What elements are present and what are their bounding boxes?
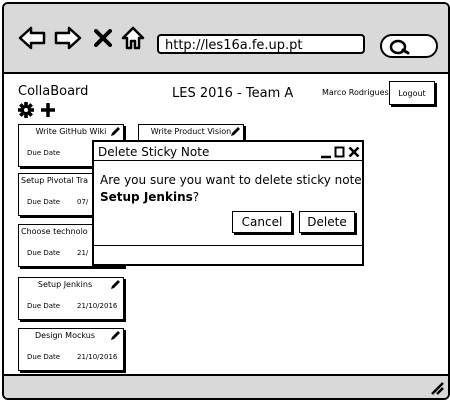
sticky-note[interactable]: Setup Jenkins Due Date 21/10/2016 <box>18 277 124 320</box>
note-due-date: 07/ <box>77 198 89 206</box>
close-x-icon[interactable] <box>94 29 112 47</box>
pencil-icon[interactable] <box>109 330 121 342</box>
note-title: Setup Jenkins <box>37 280 93 289</box>
pencil-icon[interactable] <box>109 126 121 138</box>
dialog-title: Delete Sticky Note <box>98 145 210 159</box>
dialog-note-name: Setup Jenkins <box>100 190 193 204</box>
logout-button[interactable]: Logout <box>389 81 435 105</box>
pencil-icon[interactable] <box>229 126 241 138</box>
user-name: Marco Rodrigues <box>322 88 389 97</box>
delete-dialog: Delete Sticky Note Are you sure you want… <box>92 140 364 266</box>
back-arrow-icon[interactable] <box>18 26 46 50</box>
pencil-icon[interactable] <box>109 279 121 291</box>
note-title: Write GitHub Wiki <box>35 127 107 136</box>
note-due-label: Due Date <box>27 353 61 361</box>
note-title: Design Mockus <box>35 331 95 340</box>
note-due-label: Due Date <box>27 249 61 257</box>
dialog-divider <box>94 160 362 161</box>
cancel-button[interactable]: Cancel <box>232 211 292 233</box>
note-due-date: 21/10/2016 <box>77 302 118 310</box>
note-title: Write Product Vision <box>150 127 232 136</box>
dialog-message: Are you sure you want to delete sticky n… <box>100 172 362 206</box>
note-due-date: 21/ <box>77 249 89 257</box>
browser-window: http://les16a.fe.up.pt CollaBoard LES 20… <box>2 2 450 400</box>
dialog-message-text: Are you sure you want to delete sticky n… <box>100 173 362 187</box>
sticky-note[interactable]: Design Mockus Due Date 21/10/2016 <box>18 328 124 371</box>
home-icon[interactable] <box>120 26 146 50</box>
browser-chrome: http://les16a.fe.up.pt <box>4 4 448 74</box>
team-title: LES 2016 - Team A <box>172 86 294 101</box>
minimize-icon[interactable] <box>320 147 332 159</box>
gear-icon[interactable] <box>18 102 34 118</box>
note-due-label: Due Date <box>27 302 61 310</box>
app-title: CollaBoard <box>18 84 89 99</box>
forward-arrow-icon[interactable] <box>54 26 82 50</box>
delete-button[interactable]: Delete <box>299 211 355 233</box>
note-due-label: Due Date <box>27 198 61 206</box>
resize-handle-icon[interactable] <box>428 379 444 395</box>
search-icon <box>389 39 410 55</box>
note-due-label: Due Date <box>27 149 61 157</box>
search-box[interactable] <box>380 34 438 58</box>
close-icon[interactable] <box>348 146 360 158</box>
maximize-icon[interactable] <box>334 146 345 158</box>
dialog-footer-divider <box>94 245 362 246</box>
status-bar <box>4 374 448 398</box>
plus-icon[interactable] <box>40 102 56 118</box>
note-due-date: 21/10/2016 <box>77 353 118 361</box>
url-input[interactable]: http://les16a.fe.up.pt <box>157 34 365 54</box>
dialog-message-suffix: ? <box>192 190 200 204</box>
